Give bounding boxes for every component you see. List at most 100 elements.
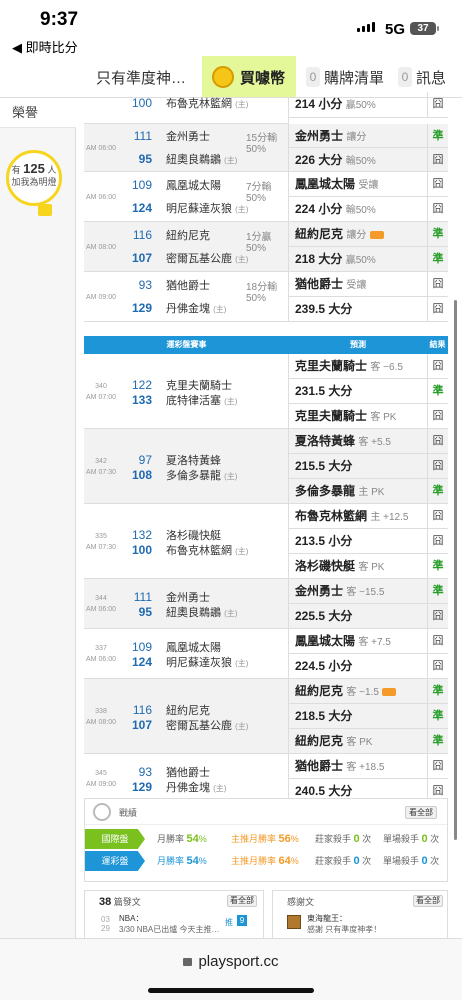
battery-cap <box>437 26 439 31</box>
post-item[interactable]: NBA： 3/30 NBA已出爐 今天主推… <box>119 913 219 935</box>
prediction-cell[interactable]: 布魯克林籃網 主 +12.5 <box>289 504 427 529</box>
team-number: 132 <box>131 527 152 542</box>
result-cell: 囧 <box>427 404 448 429</box>
match-id: 342 <box>95 457 107 465</box>
team-name: 丹佛金塊 <box>166 303 210 315</box>
prediction-text: 224.5 小分 <box>295 659 353 673</box>
prediction-cell[interactable]: 鳳凰城太陽 受讓 <box>289 172 427 197</box>
prediction-cell[interactable]: 猶他爵士 客 +18.5 <box>289 754 427 779</box>
prediction-cell[interactable]: 洛杉磯快艇 客 PK <box>289 554 427 579</box>
follow-bulb-button[interactable]: 有 125 人 加我為明燈 <box>6 150 62 206</box>
url-field[interactable]: playsport.cc <box>0 953 462 970</box>
avatar <box>287 915 301 929</box>
prediction-cell[interactable]: 克里夫蘭騎士 客 −6.5 <box>289 354 427 379</box>
prediction-text: 布魯克林籃網 <box>295 509 368 523</box>
thanks-view-all-button[interactable]: 看全部 <box>413 895 443 907</box>
prediction-note: 贏50% <box>345 100 376 111</box>
match-id: 335 <box>95 532 107 540</box>
result-cell: 囧 <box>427 529 448 554</box>
prediction-cell[interactable]: 紐約尼克 讓分 <box>289 222 427 247</box>
stat-unit: % <box>290 834 299 844</box>
prediction-note: 受讓 <box>358 180 379 191</box>
tab-prediction[interactable]: 只有準度神… <box>96 56 186 97</box>
prediction-note: 客 PK <box>346 737 373 748</box>
team-home: 100 布魯克林籃網 (主) <box>130 542 248 558</box>
team-name: 鳳凰城太陽 <box>166 642 221 654</box>
prediction-cell[interactable]: 231.5 大分 <box>289 379 427 404</box>
team-name: 底特律活塞 <box>166 394 221 407</box>
tab-buy-coins[interactable]: 買噱幣 <box>202 56 296 97</box>
prediction-cell[interactable]: 多倫多暴龍 主 PK <box>289 479 427 504</box>
score-percent: 50% <box>246 144 267 155</box>
result-cell: 囧 <box>427 429 448 454</box>
team-number: 95 <box>138 605 152 619</box>
prediction-cell[interactable]: 214 小分 贏50% <box>289 92 427 118</box>
match-time: AM 08:00 <box>86 244 116 251</box>
prediction-text: 240.5 大分 <box>295 784 353 798</box>
team-number: 109 <box>131 640 152 654</box>
prediction-cell[interactable]: 猶他爵士 受讓 <box>289 272 427 297</box>
result-cell: 囧 <box>427 604 448 629</box>
stat-label: 月勝率 <box>157 834 185 844</box>
back-to-live-score-link[interactable]: ◀ 即時比分 <box>12 37 78 56</box>
prediction-cell[interactable]: 夏洛特黃蜂 客 +5.5 <box>289 429 427 454</box>
team-away: 116 紐約尼克 <box>130 702 210 718</box>
prediction-note: 客 −15.5 <box>346 587 385 598</box>
prediction-cell[interactable]: 226 大分 輸50% <box>289 148 427 172</box>
prediction-cell[interactable]: 克里夫蘭騎士 客 PK <box>289 404 427 429</box>
match-id: 340 <box>95 382 107 390</box>
thanks-item[interactable]: 東海龍王： 感謝 只有準度神孝！ <box>307 913 381 935</box>
stat-value: 0 <box>353 833 360 845</box>
prediction-cell[interactable]: 紐約尼克 客 PK <box>289 729 427 754</box>
team-number: 124 <box>131 201 152 215</box>
prediction-cell[interactable]: 金州勇士 客 −15.5 <box>289 579 427 604</box>
team-name: 猶他爵士 <box>166 767 210 779</box>
prediction-cell[interactable]: 紐約尼克 客 −1.5 <box>289 679 427 704</box>
result-cell: 囧 <box>427 148 448 172</box>
post-tag: 推 <box>225 918 233 927</box>
stat-label: 單場殺手 <box>383 834 420 844</box>
prediction-cell[interactable]: 239.5 大分 <box>289 297 427 322</box>
prediction-text: 克里夫蘭騎士 <box>295 409 368 423</box>
prediction-text: 239.5 大分 <box>295 302 353 316</box>
posts-view-all-button[interactable]: 看全部 <box>227 895 257 907</box>
prediction-cell[interactable]: 225.5 大分 <box>289 604 427 629</box>
scrollbar[interactable] <box>454 300 457 840</box>
prediction-cell[interactable]: 224.5 小分 <box>289 654 427 679</box>
team-number: 100 <box>131 96 152 110</box>
team-home: 124 明尼蘇達灰狼 (主) <box>130 654 248 670</box>
prediction-cell[interactable]: 218.5 大分 <box>289 704 427 729</box>
prediction-cell[interactable]: 215.5 大分 <box>289 454 427 479</box>
team-number: 107 <box>131 717 152 732</box>
team-away: 132 洛杉磯快艇 <box>130 527 221 543</box>
top-table-row: AM 08:00 116 紐約尼克 107 密爾瓦基公鹿 (主) 1分贏 50% 紐約尼克 讓… <box>84 222 448 272</box>
browser-bar: playsport.cc <box>0 938 462 1000</box>
match-id: 345 <box>95 770 107 777</box>
prediction-cell[interactable]: 金州勇士 讓分 <box>289 124 427 148</box>
team-number: 108 <box>131 467 152 482</box>
result-cell: 準 <box>427 554 448 579</box>
prediction-cell[interactable]: 鳳凰城太陽 客 +7.5 <box>289 629 427 654</box>
result-cell: 準 <box>427 124 448 148</box>
prediction-note: 受讓 <box>346 280 367 291</box>
team-home: 108 多倫多暴龍 (主) <box>130 467 237 483</box>
result-cell: 囧 <box>427 92 448 118</box>
team-name: 布魯克林籃網 <box>166 98 232 110</box>
clock: 9:37 <box>40 9 79 30</box>
record-row-intl: 國際盤 月勝率 54% 主推月勝率 56% 莊家殺手 0 次 單場殺手 0 次 <box>85 829 447 849</box>
stat-unit: % <box>198 856 207 866</box>
match-meta: 335 AM 07:30 <box>86 531 116 553</box>
team-number: 111 <box>133 590 152 604</box>
match-meta: 344 AM 06:00 <box>86 593 116 615</box>
result-cell: 準 <box>427 379 448 404</box>
prediction-text: 218 大分 <box>295 252 343 266</box>
prediction-cell[interactable]: 218 大分 贏50% <box>289 247 427 272</box>
record-view-all-button[interactable]: 看全部 <box>405 806 437 819</box>
home-mark: (主) <box>235 205 249 214</box>
prediction-cell[interactable]: 213.5 小分 <box>289 529 427 554</box>
team-number: 109 <box>131 178 152 192</box>
stat-unit: 次 <box>362 834 372 844</box>
prediction-text: 紐約尼克 <box>295 227 344 241</box>
prediction-cell[interactable]: 224 小分 輸50% <box>289 197 427 222</box>
result-cell: 準 <box>427 679 448 704</box>
